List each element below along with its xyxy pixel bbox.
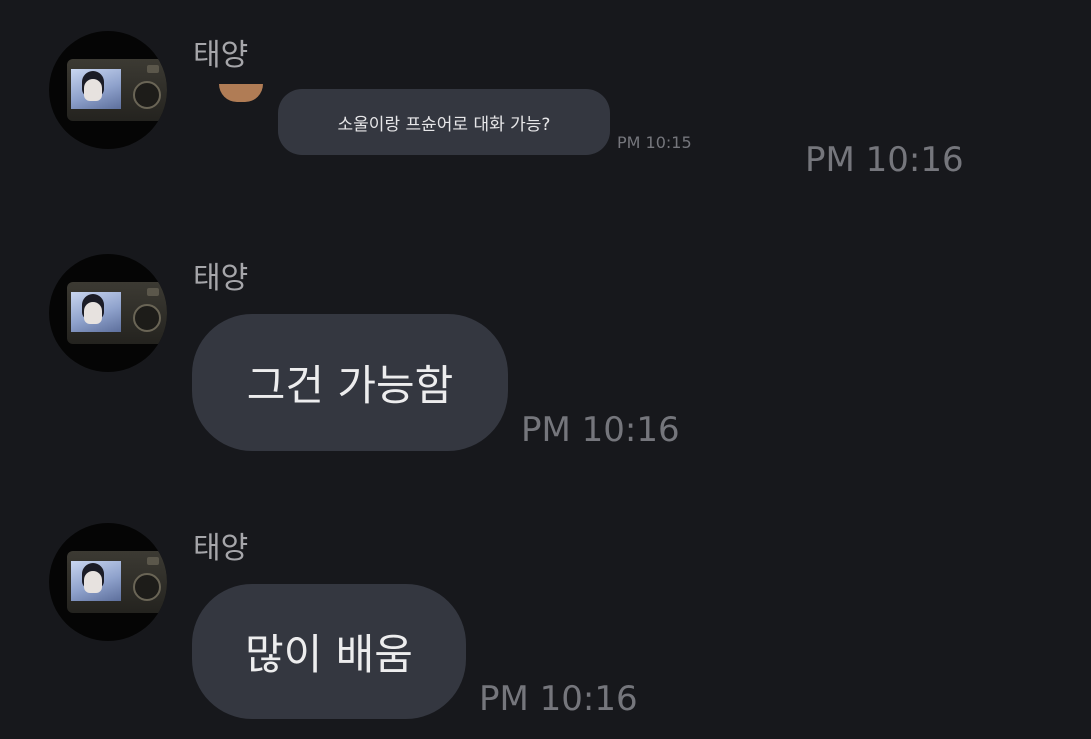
avatar[interactable]	[49, 31, 167, 149]
camera-screen-person	[84, 302, 102, 324]
camera-dial	[147, 288, 159, 296]
message-text: 그건 가능함	[246, 361, 454, 410]
chat-view: 태양 소울이랑 프슌어로 대화 가능? PM 10:15 PM 10:16 태양…	[0, 0, 1091, 739]
camera-screen-person	[84, 571, 102, 593]
camera-dial	[147, 65, 159, 73]
avatar[interactable]	[49, 523, 167, 641]
message-bubble[interactable]: 그건 가능함	[192, 314, 508, 451]
quoted-timestamp: PM 10:15	[617, 133, 692, 152]
camera-lens	[133, 81, 161, 109]
sender-name: 태양	[193, 531, 249, 566]
message-text: 많이 배움	[245, 630, 413, 679]
message-bubble[interactable]: 많이 배움	[192, 584, 466, 719]
message-bubble-quoted[interactable]: 소울이랑 프슌어로 대화 가능?	[278, 89, 610, 155]
camera-dial	[147, 557, 159, 565]
camera-screen-person	[84, 79, 102, 101]
timestamp: PM 10:16	[521, 410, 680, 450]
sender-name: 태양	[193, 38, 249, 73]
reply-avatar-fragment	[219, 84, 263, 102]
timestamp: PM 10:16	[805, 140, 964, 180]
sender-name: 태양	[193, 261, 249, 296]
avatar[interactable]	[49, 254, 167, 372]
camera-lens	[133, 573, 161, 601]
quoted-message-text: 소울이랑 프슌어로 대화 가능?	[337, 114, 551, 135]
timestamp: PM 10:16	[479, 679, 638, 719]
camera-lens	[133, 304, 161, 332]
